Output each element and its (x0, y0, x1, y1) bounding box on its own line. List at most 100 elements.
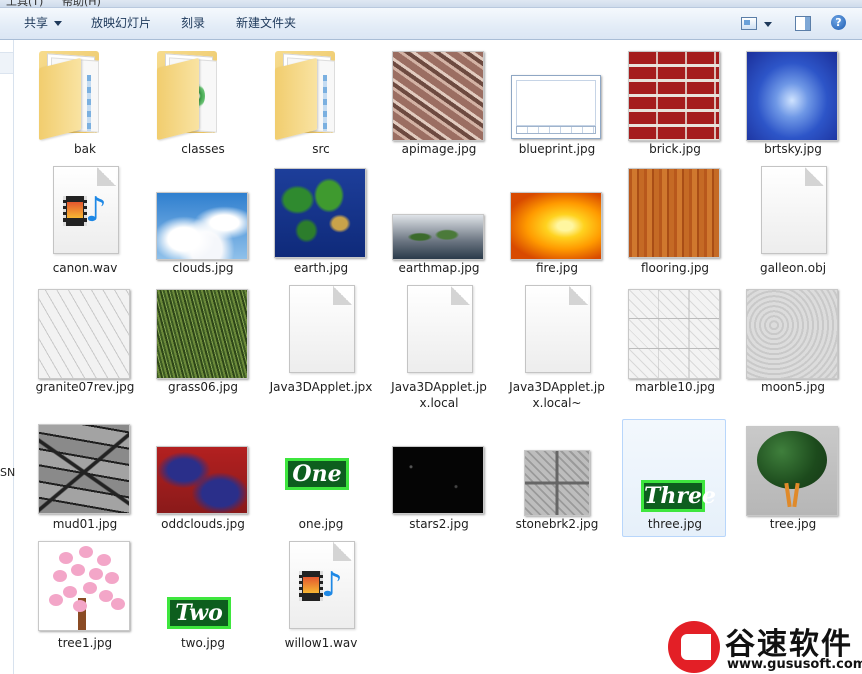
file-item-java3dapplet-jpx[interactable]: Java3DApplet.jpx (268, 282, 372, 400)
file-item-brick-jpg[interactable]: brick.jpg (622, 44, 726, 162)
navigation-pane[interactable] (0, 40, 14, 674)
slideshow-button[interactable]: 放映幻灯片 (91, 8, 151, 39)
image-thumbnail (151, 420, 255, 514)
folder-icon (269, 45, 373, 141)
folder-icon (151, 45, 255, 141)
image-text-three-jpg: Three (641, 480, 716, 512)
file-name-label: brtsky.jpg (764, 142, 822, 156)
command-bar: 共享 放映幻灯片 刻录 新建文件夹 ? (0, 8, 862, 40)
file-item-willow1-wav[interactable]: ♪ willow1.wav (268, 538, 372, 656)
file-item-java3dapplet-jpx-local[interactable]: Java3DApplet.jpx.local (386, 282, 491, 410)
chevron-down-icon (54, 21, 63, 26)
image-thumbnail (623, 283, 727, 379)
audio-file-icon: ♪ (269, 539, 373, 631)
preview-pane-icon[interactable] (795, 16, 811, 31)
file-name-label: Java3DApplet.jpx.local (391, 380, 487, 410)
file-item-flooring-jpg[interactable]: flooring.jpg (622, 163, 726, 281)
file-name-label: Java3DApplet.jpx.local~ (509, 380, 605, 410)
menu-help[interactable]: 帮助(H) (62, 0, 101, 7)
image-thumbnail (151, 283, 255, 379)
menu-bar-fragment: 工具(T) 帮助(H) (0, 0, 862, 8)
image-thumbnail (623, 45, 727, 141)
audio-file-icon: ♪ (33, 164, 137, 256)
image-thumbnail (741, 45, 845, 141)
file-name-label: apimage.jpg (401, 142, 477, 156)
document-icon (387, 283, 491, 375)
file-name-label: Java3DApplet.jpx (269, 380, 373, 394)
change-view-icon[interactable] (741, 17, 757, 30)
file-name-label: three.jpg (647, 517, 703, 531)
image-thumbnail (387, 45, 491, 141)
file-item-moon5-jpg[interactable]: moon5.jpg (740, 282, 844, 400)
file-item-blueprint-jpg[interactable]: blueprint.jpg (504, 44, 608, 162)
image-thumbnail: Three (623, 420, 727, 512)
file-item-fire-jpg[interactable]: fire.jpg (504, 163, 608, 281)
file-name-label: brick.jpg (649, 142, 701, 156)
help-icon[interactable]: ? (831, 15, 846, 30)
image-thumbnail (505, 164, 609, 260)
file-item-tree-jpg[interactable]: tree.jpg (740, 419, 844, 537)
folder-icon (33, 45, 137, 141)
image-thumbnail (505, 45, 609, 139)
file-name-label: earthmap.jpg (398, 261, 480, 275)
file-item-src[interactable]: src (268, 44, 372, 162)
image-thumbnail (387, 420, 491, 514)
file-item-brtsky-jpg[interactable]: brtsky.jpg (740, 44, 844, 162)
file-name-label: clouds.jpg (172, 261, 234, 275)
file-name-label: tree1.jpg (57, 636, 113, 650)
file-name-label: canon.wav (52, 261, 118, 275)
file-name-label: marble10.jpg (635, 380, 715, 394)
file-item-oddclouds-jpg[interactable]: oddclouds.jpg (150, 419, 254, 537)
file-name-label: stars2.jpg (409, 517, 469, 531)
file-item-clouds-jpg[interactable]: clouds.jpg (150, 163, 254, 281)
file-item-java3dapplet-jpx-local[interactable]: Java3DApplet.jpx.local~ (504, 282, 608, 410)
watermark-logo-mark (668, 621, 720, 673)
share-label: 共享 (24, 16, 49, 30)
image-thumbnail (33, 539, 137, 631)
menu-tools[interactable]: 工具(T) (6, 0, 43, 7)
file-item-canon-wav[interactable]: ♪ canon.wav (32, 163, 136, 281)
image-thumbnail (505, 420, 609, 516)
file-item-two-jpg[interactable]: Two two.jpg (150, 538, 254, 656)
image-text-one-jpg: One (285, 458, 349, 490)
file-item-three-jpg[interactable]: Three three.jpg (622, 419, 726, 537)
watermark-logo: 谷速软件 www.gususoft.com (665, 617, 862, 674)
image-thumbnail (269, 164, 373, 258)
image-thumbnail (33, 283, 137, 379)
file-item-bak[interactable]: bak (32, 44, 136, 162)
navigation-selected-item[interactable] (0, 52, 13, 74)
image-thumbnail (387, 164, 491, 260)
image-thumbnail (623, 164, 727, 258)
file-item-classes[interactable]: classes (150, 44, 254, 162)
watermark-url: www.gususoft.com (727, 657, 862, 672)
image-thumbnail (741, 420, 845, 516)
file-name-label: willow1.wav (284, 636, 358, 650)
image-thumbnail: One (269, 420, 373, 512)
file-item-granite07rev-jpg[interactable]: granite07rev.jpg (32, 282, 136, 400)
file-name-label: src (312, 142, 330, 156)
view-options-chevron-icon[interactable] (764, 22, 772, 27)
new-folder-button[interactable]: 新建文件夹 (236, 8, 296, 39)
share-button[interactable]: 共享 (24, 8, 63, 39)
file-name-label: granite07rev.jpg (35, 380, 135, 394)
file-item-stonebrk2-jpg[interactable]: stonebrk2.jpg (504, 419, 608, 537)
image-thumbnail (33, 420, 137, 514)
file-item-grass06-jpg[interactable]: grass06.jpg (150, 282, 254, 400)
file-item-earth-jpg[interactable]: earth.jpg (268, 163, 372, 281)
file-item-mud01-jpg[interactable]: mud01.jpg (32, 419, 136, 537)
file-name-label: oddclouds.jpg (161, 517, 245, 531)
file-name-label: blueprint.jpg (518, 142, 596, 156)
burn-button[interactable]: 刻录 (181, 8, 205, 39)
file-name-label: one.jpg (298, 517, 344, 531)
image-thumbnail (741, 283, 845, 379)
file-name-label: tree.jpg (769, 517, 817, 531)
file-item-galleon-obj[interactable]: galleon.obj (740, 163, 844, 281)
file-name-label: grass06.jpg (167, 380, 239, 394)
file-item-stars2-jpg[interactable]: stars2.jpg (386, 419, 490, 537)
file-item-earthmap-jpg[interactable]: earthmap.jpg (386, 163, 490, 281)
navigation-item-fragment[interactable]: SN (0, 466, 15, 479)
file-item-tree1-jpg[interactable]: tree1.jpg (32, 538, 136, 656)
file-item-one-jpg[interactable]: One one.jpg (268, 419, 372, 537)
file-item-marble10-jpg[interactable]: marble10.jpg (622, 282, 726, 400)
file-item-apimage-jpg[interactable]: apimage.jpg (386, 44, 490, 162)
